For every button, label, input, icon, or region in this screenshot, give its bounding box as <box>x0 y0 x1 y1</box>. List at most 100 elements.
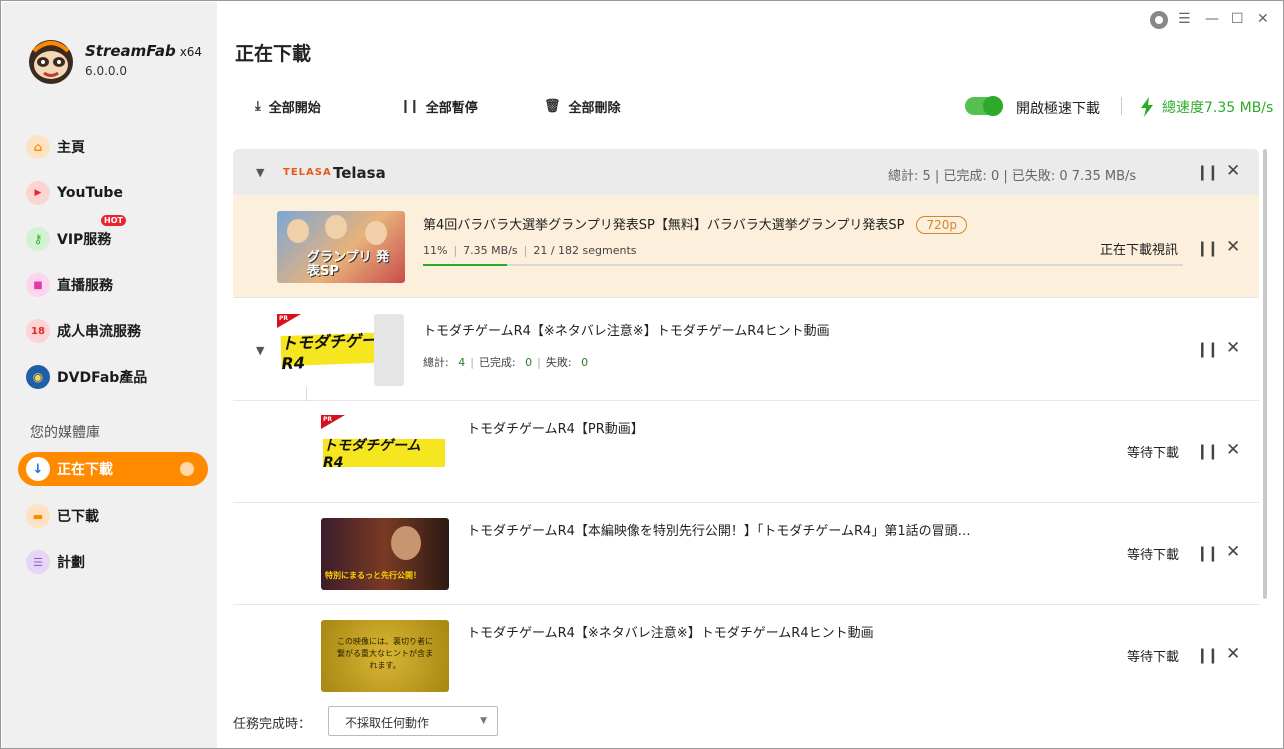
total-value: 4 <box>458 356 466 369</box>
sidebar-item-downloading[interactable]: ↓ 正在下載 <box>18 452 208 486</box>
sidebar-item-label: DVDFab產品 <box>57 370 148 386</box>
group-header: ▼ TELASA Telasa 總計: 5 | 已完成: 0 | 已失敗: 0 … <box>233 149 1259 195</box>
video-thumbnail: 特別にまるっと先行公開！ <box>321 518 449 590</box>
progress-info: 11% | 7.35 MB/s | 21 / 182 segments <box>423 244 637 257</box>
video-thumbnail: この映像には、裏切り者に繋がる重大なヒントが含まれます。 <box>321 620 449 692</box>
total-label: 總計: <box>423 356 449 369</box>
progress-speed: 7.35 MB/s <box>463 244 518 257</box>
on-complete-label: 任務完成時： <box>233 717 312 732</box>
sidebar-item-label: 成人串流服務 <box>57 324 141 340</box>
progress-fill <box>423 264 507 266</box>
subgroup-stats: 總計: 4 | 已完成: 0 | 失敗: 0 <box>423 356 589 369</box>
failed-value: 0 <box>581 356 589 369</box>
brand-name: StreamFab x64 <box>85 42 203 60</box>
item-status: 正在下載視訊 <box>1100 243 1179 258</box>
pause-icon: ❙❙ <box>400 99 420 114</box>
key-icon: ⚷ <box>26 227 50 251</box>
item-status: 等待下載 <box>1127 446 1180 461</box>
on-complete-select[interactable]: 不採取任何動作 ▼ <box>328 706 498 736</box>
download-icon: ↓ <box>26 457 50 481</box>
sidebar: StreamFab x64 6.0.0.0 ⌂ 主頁 ▶ YouTube ⚷ VI… <box>2 2 217 748</box>
done-label: 已完成: <box>478 356 516 369</box>
toggle-knob <box>983 96 1003 116</box>
pr-flag: PR <box>277 314 301 328</box>
menu-icon[interactable]: ☰ <box>1178 11 1191 27</box>
pause-icon[interactable]: ❙❙ <box>1196 239 1219 257</box>
list-handle-icon <box>374 314 404 386</box>
maximize-icon[interactable]: ☐ <box>1231 11 1244 27</box>
live-camera-icon: ■ <box>26 273 50 297</box>
library-heading: 您的媒體庫 <box>30 425 100 441</box>
sidebar-item-home[interactable]: ⌂ 主頁 <box>18 130 208 164</box>
item-title: トモダチゲームR4【※ネタバレ注意※】トモダチゲームR4ヒント動画 <box>467 626 874 641</box>
item-title-text: 第4回バラバラ大選挙グランプリ発表SP【無料】バラバラ大選挙グランプリ発表SP <box>423 218 905 233</box>
trash-icon: 🗑 <box>544 99 561 114</box>
sidebar-item-live[interactable]: ■ 直播服務 <box>18 268 208 302</box>
app-window: StreamFab x64 6.0.0.0 ⌂ 主頁 ▶ YouTube ⚷ VI… <box>0 0 1284 749</box>
pause-icon[interactable]: ❙❙ <box>1196 646 1219 664</box>
settings-circle-icon[interactable] <box>1149 10 1169 34</box>
resolution-badge: 720p <box>916 216 967 234</box>
download-item: 特別にまるっと先行公開！ トモダチゲームR4【本編映像を特別先行公開！】「トモダ… <box>233 503 1259 605</box>
group-name: Telasa <box>333 164 386 182</box>
failed-label: 失敗: <box>545 356 572 369</box>
list-scrollbar[interactable] <box>1263 149 1267 599</box>
start-all-button[interactable]: ⤓ 全部開始 <box>255 97 321 116</box>
sidebar-item-vip[interactable]: ⚷ VIP服務 HOT <box>18 215 208 256</box>
close-icon[interactable]: ✕ <box>1226 644 1240 664</box>
item-status: 等待下載 <box>1127 650 1180 665</box>
start-all-label: 全部開始 <box>268 101 321 116</box>
minimize-icon[interactable]: — <box>1205 11 1219 27</box>
close-icon[interactable]: ✕ <box>1226 440 1240 460</box>
sidebar-item-dvdfab[interactable]: ◉ DVDFab產品 <box>18 360 208 394</box>
sidebar-item-youtube[interactable]: ▶ YouTube <box>18 176 208 210</box>
sidebar-item-downloaded[interactable]: ▬ 已下載 <box>18 499 208 533</box>
download-subgroup: ▼ トモダチゲーム R4 PR トモダチゲームR4【※ネタバレ注意※】トモダチゲ… <box>233 298 1259 401</box>
downloading-indicator-icon <box>180 462 194 476</box>
sidebar-item-adult[interactable]: 18 成人串流服務 <box>18 314 208 348</box>
adult-18-icon: 18 <box>26 319 50 343</box>
item-title: 第4回バラバラ大選挙グランプリ発表SP【無料】バラバラ大選挙グランプリ発表SP 7… <box>423 214 967 234</box>
done-value: 0 <box>525 356 533 369</box>
close-icon[interactable]: ✕ <box>1226 161 1240 181</box>
chevron-down-icon: ▼ <box>480 716 487 726</box>
pause-icon[interactable]: ❙❙ <box>1196 163 1219 181</box>
subgroup-title: トモダチゲームR4【※ネタバレ注意※】トモダチゲームR4ヒント動画 <box>423 324 830 339</box>
collapse-caret-icon[interactable]: ▼ <box>256 166 264 179</box>
close-icon[interactable]: ✕ <box>1226 338 1240 358</box>
pause-icon[interactable]: ❙❙ <box>1196 340 1219 358</box>
home-icon: ⌂ <box>26 135 50 159</box>
close-icon[interactable]: ✕ <box>1226 237 1240 257</box>
sidebar-item-label: 計劃 <box>57 555 85 571</box>
delete-all-button[interactable]: 🗑 全部刪除 <box>544 97 621 116</box>
download-item: この映像には、裏切り者に繋がる重大なヒントが含まれます。 トモダチゲームR4【※… <box>233 605 1259 695</box>
download-item-active: グランプリ 発表SP 第4回バラバラ大選挙グランプリ発表SP【無料】バラバラ大選… <box>233 195 1259 298</box>
folder-icon: ▬ <box>26 504 50 528</box>
on-complete-value: 不採取任何動作 <box>345 716 430 730</box>
sidebar-item-label: 直播服務 <box>57 278 113 294</box>
download-item: PR トモダチゲーム R4 トモダチゲームR4【PR動画】 等待下載 ❙❙ ✕ <box>233 401 1259 503</box>
fast-download-toggle[interactable] <box>965 96 1003 116</box>
close-window-icon[interactable]: ✕ <box>1257 11 1269 27</box>
item-title: トモダチゲームR4【本編映像を特別先行公開！】「トモダチゲームR4」第1話の冒頭… <box>467 524 971 539</box>
pause-icon[interactable]: ❙❙ <box>1196 442 1219 460</box>
thumbnail-caption: 特別にまるっと先行公開！ <box>325 571 421 580</box>
progress-percent: 11% <box>423 244 448 257</box>
video-thumbnail: グランプリ 発表SP <box>277 211 405 283</box>
progress-bar <box>423 264 1183 266</box>
pause-all-button[interactable]: ❙❙ 全部暫停 <box>400 97 478 116</box>
pr-flag: PR <box>321 415 345 429</box>
video-thumbnail: トモダチゲーム R4 <box>323 438 445 471</box>
pause-icon[interactable]: ❙❙ <box>1196 544 1219 562</box>
telasa-logo: TELASA <box>283 167 332 178</box>
progress-segments: 21 / 182 segments <box>533 244 637 257</box>
lightning-icon <box>1141 97 1153 117</box>
close-icon[interactable]: ✕ <box>1226 542 1240 562</box>
version-label: 6.0.0.0 <box>85 64 127 78</box>
fast-download-label: 開啟極速下載 <box>1016 101 1100 117</box>
sidebar-item-label: 正在下載 <box>57 462 113 478</box>
collapse-caret-icon[interactable]: ▼ <box>256 344 264 357</box>
sidebar-item-label: YouTube <box>57 185 123 201</box>
item-status: 等待下載 <box>1127 548 1180 563</box>
sidebar-item-schedule[interactable]: ☰ 計劃 <box>18 545 208 579</box>
